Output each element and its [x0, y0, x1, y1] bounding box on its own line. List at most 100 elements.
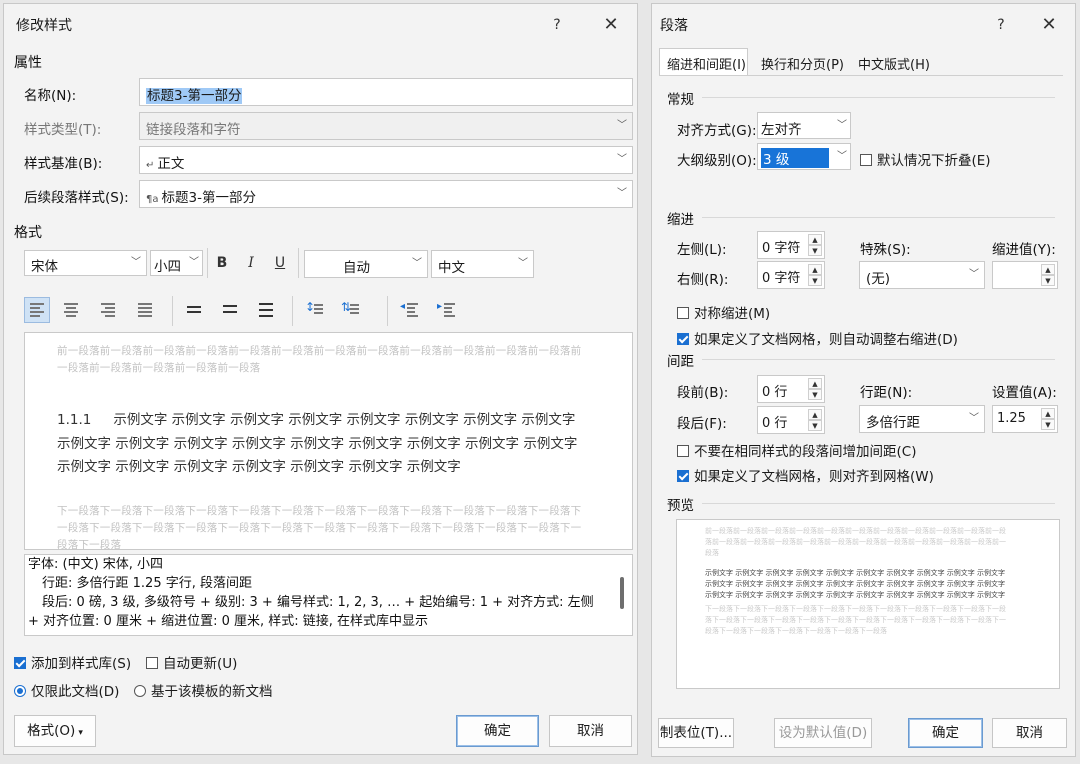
spin-down-icon[interactable]: ▼ — [808, 389, 822, 400]
help-button[interactable]: ? — [986, 12, 1016, 38]
double-spacing-button[interactable] — [253, 297, 279, 323]
indent-arrow-icon: ▸ — [437, 301, 443, 312]
line-spacing-select[interactable]: 多倍行距 ﹀ — [859, 405, 985, 433]
outline-level-select[interactable]: 3 级 ﹀ — [757, 143, 851, 170]
decrease-spacing-button[interactable]: ⇅ — [338, 297, 364, 323]
auto-update-checkbox[interactable]: 自动更新(U) — [146, 652, 237, 672]
space-before-spinner[interactable]: 0 行 ▲ ▼ — [757, 375, 825, 403]
close-button[interactable]: ✕ — [596, 12, 626, 38]
spin-arrows[interactable]: ▲ ▼ — [808, 234, 822, 256]
spin-up-icon[interactable]: ▲ — [1041, 408, 1055, 419]
align-left-button[interactable] — [24, 297, 50, 323]
only-this-document-radio[interactable]: 仅限此文档(D) — [14, 680, 119, 700]
space-after-spinner[interactable]: 0 行 ▲ ▼ — [757, 406, 825, 434]
font-select[interactable]: 宋体 ﹀ — [24, 250, 147, 276]
language-select[interactable]: 中文 ﹀ — [431, 250, 534, 278]
style-type-select[interactable]: 链接段落和字符 ﹀ — [139, 112, 633, 140]
spacing-at-spinner[interactable]: 1.25 ▲ ▼ — [992, 405, 1058, 433]
line-spacing-value: 多倍行距 — [866, 415, 920, 431]
spin-down-icon[interactable]: ▼ — [1041, 419, 1055, 430]
snap-to-grid-checkbox[interactable]: 如果定义了文档网格，则对齐到网格(W) — [677, 465, 934, 485]
special-indent-label: 特殊(S): — [860, 242, 911, 258]
mirror-indents-checkbox[interactable]: 对称缩进(M) — [677, 302, 770, 322]
spin-arrows[interactable]: ▲ ▼ — [808, 409, 822, 431]
preview-sample-paragraph: 示例文字 示例文字 示例文字 示例文字 示例文字 示例文字 示例文字 示例文字 … — [705, 569, 1006, 599]
checkbox-icon — [860, 154, 872, 166]
tab-indents-spacing[interactable]: 缩进和间距(I) — [667, 54, 746, 73]
spin-up-icon[interactable]: ▲ — [808, 234, 822, 245]
toolbar-divider — [207, 248, 208, 278]
ok-button[interactable]: 确定 — [456, 715, 539, 747]
single-spacing-button[interactable] — [181, 297, 207, 323]
description-details: 段后: 0 磅, 3 级, 多级符号 + 级别: 3 + 编号样式: 1, 2,… — [28, 595, 594, 629]
justify-icon — [138, 303, 152, 319]
spin-down-icon[interactable]: ▼ — [808, 275, 822, 286]
tabs-button[interactable]: 制表位(T)... — [658, 718, 734, 748]
spacing-divider — [702, 359, 1055, 360]
decrease-indent-button[interactable]: ◂ — [397, 297, 423, 323]
chevron-down-icon: ﹀ — [131, 257, 141, 268]
new-documents-radio[interactable]: 基于该模板的新文档 — [134, 680, 273, 700]
spin-up-icon[interactable]: ▲ — [808, 378, 822, 389]
cancel-button[interactable]: 取消 — [549, 715, 632, 747]
one-half-spacing-button[interactable] — [217, 297, 243, 323]
size-select[interactable]: 小四 ﹀ — [150, 250, 203, 276]
ok-button[interactable]: 确定 — [908, 718, 983, 748]
spin-arrows[interactable]: ▲ ▼ — [808, 264, 822, 286]
spin-arrows[interactable]: ▲ ▼ — [808, 378, 822, 400]
indentation-divider — [702, 217, 1055, 218]
auto-adjust-right-indent-checkbox[interactable]: 如果定义了文档网格，则自动调整右缩进(D) — [677, 328, 958, 348]
general-divider — [702, 97, 1055, 98]
spin-up-icon[interactable]: ▲ — [808, 264, 822, 275]
set-default-button[interactable]: 设为默认值(D) — [774, 718, 872, 748]
spin-down-icon[interactable]: ▼ — [808, 245, 822, 256]
spin-arrows[interactable]: ▲ ▼ — [1041, 408, 1055, 430]
font-color-value: 自动 — [343, 260, 370, 276]
title-bar: 段落 ? ✕ — [652, 4, 1075, 44]
special-indent-select[interactable]: (无) ﹀ — [859, 261, 985, 289]
name-label: 名称(N): — [24, 88, 77, 104]
right-indent-spinner[interactable]: 0 字符 ▲ ▼ — [757, 261, 825, 289]
tab-line-page-breaks[interactable]: 换行和分页(P) — [761, 54, 844, 73]
align-center-button[interactable] — [58, 297, 84, 323]
format-header: 格式 — [14, 225, 42, 241]
description-scrollbar[interactable] — [620, 577, 624, 609]
only-this-document-label: 仅限此文档(D) — [31, 684, 120, 700]
next-style-select[interactable]: ¶a 标题3-第一部分 ﹀ — [139, 180, 633, 208]
next-style-label: 后续段落样式(S): — [24, 190, 129, 206]
one-half-spacing-icon — [223, 305, 237, 316]
tab-asian-typography[interactable]: 中文版式(H) — [858, 54, 930, 73]
chevron-down-icon: ﹀ — [617, 188, 627, 199]
format-menu-button[interactable]: 格式(O) ▾ — [14, 715, 96, 747]
spin-arrows[interactable]: ▲ ▼ — [1041, 264, 1055, 286]
preview-sample-text: 示例文字 示例文字 示例文字 示例文字 示例文字 示例文字 示例文字 示例文字 … — [57, 412, 578, 475]
name-input[interactable]: 标题3-第一部分 — [139, 78, 633, 106]
preview-divider — [702, 503, 1055, 504]
alignment-select[interactable]: 左对齐 ﹀ — [757, 112, 851, 139]
italic-button[interactable]: I — [238, 250, 264, 276]
collapse-default-checkbox[interactable]: 默认情况下折叠(E) — [860, 149, 991, 169]
increase-indent-button[interactable]: ▸ — [434, 297, 460, 323]
style-base-label: 样式基准(B): — [24, 156, 103, 172]
cancel-button[interactable]: 取消 — [992, 718, 1067, 748]
new-documents-label: 基于该模板的新文档 — [151, 684, 273, 700]
increase-spacing-button[interactable]: ↕ — [302, 297, 328, 323]
underline-button[interactable]: U — [267, 250, 293, 276]
font-color-select[interactable]: 自动 ﹀ — [304, 250, 428, 278]
spin-up-icon[interactable]: ▲ — [1041, 264, 1055, 275]
bold-button[interactable]: B — [209, 250, 235, 276]
align-right-button[interactable] — [95, 297, 121, 323]
no-space-same-style-checkbox[interactable]: 不要在相同样式的段落间增加间距(C) — [677, 440, 916, 460]
spin-up-icon[interactable]: ▲ — [808, 409, 822, 420]
left-indent-spinner[interactable]: 0 字符 ▲ ▼ — [757, 231, 825, 259]
spacing-at-value: 1.25 — [997, 411, 1026, 426]
radio-selected-icon — [14, 685, 26, 697]
indent-by-spinner[interactable]: ▲ ▼ — [992, 261, 1058, 289]
style-base-select[interactable]: ↵ 正文 ﹀ — [139, 146, 633, 174]
justify-button[interactable] — [132, 297, 158, 323]
close-button[interactable]: ✕ — [1034, 12, 1064, 38]
spin-down-icon[interactable]: ▼ — [1041, 275, 1055, 286]
help-button[interactable]: ? — [542, 12, 572, 38]
add-to-gallery-checkbox[interactable]: 添加到样式库(S) — [14, 652, 131, 672]
spin-down-icon[interactable]: ▼ — [808, 420, 822, 431]
